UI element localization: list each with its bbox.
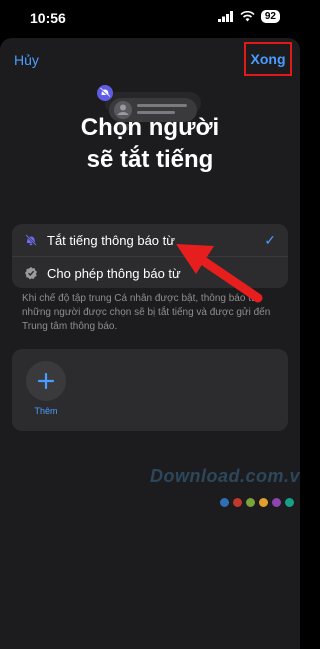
done-label: Xong — [250, 51, 286, 67]
signal-icon — [217, 11, 233, 22]
people-list: Thêm — [12, 349, 288, 431]
title-line-2: sẽ tắt tiếng — [86, 146, 214, 173]
checkmark-seal-icon — [24, 266, 38, 280]
page-title: Chọn người sẽ tắt tiếng — [0, 112, 300, 176]
done-button[interactable]: Xong — [244, 42, 292, 76]
watermark-dot — [259, 498, 268, 507]
option-silence-label: Tắt tiếng thông báo từ — [47, 232, 175, 248]
watermark-dots — [220, 498, 294, 507]
status-bar: 10:56 92 — [0, 0, 300, 36]
add-person-button[interactable] — [26, 361, 66, 401]
option-allow-label: Cho phép thông báo từ — [47, 265, 181, 281]
watermark-dot — [285, 498, 294, 507]
footnote-text: Khi chế độ tập trung Cá nhân được bật, t… — [22, 293, 271, 332]
watermark-dot — [220, 498, 229, 507]
watermark-dot — [272, 498, 281, 507]
cancel-button[interactable]: Hủy — [14, 52, 39, 68]
option-silence-from[interactable]: Tắt tiếng thông báo từ ✓ — [12, 224, 288, 256]
download-watermark: Download.com.vn — [150, 466, 300, 486]
title-line-1: Chọn người — [80, 114, 220, 141]
option-allow-from[interactable]: Cho phép thông báo từ — [12, 256, 288, 288]
watermark-dot — [246, 498, 255, 507]
bell-slash-icon — [24, 233, 38, 247]
battery-indicator: 92 — [260, 10, 280, 23]
notification-options: Tắt tiếng thông báo từ ✓ Cho phép thông … — [12, 224, 288, 288]
wifi-icon — [240, 11, 255, 22]
add-person-label: Thêm — [34, 406, 58, 416]
status-icons: 92 — [217, 10, 280, 23]
focus-people-sheet: Hủy Xong Chọn người sẽ tắt tiếng Tắt tiế… — [0, 38, 300, 649]
plus-icon — [37, 372, 55, 390]
watermark-dot — [233, 498, 242, 507]
checkmark-icon: ✓ — [264, 232, 276, 248]
status-time: 10:56 — [30, 10, 66, 26]
